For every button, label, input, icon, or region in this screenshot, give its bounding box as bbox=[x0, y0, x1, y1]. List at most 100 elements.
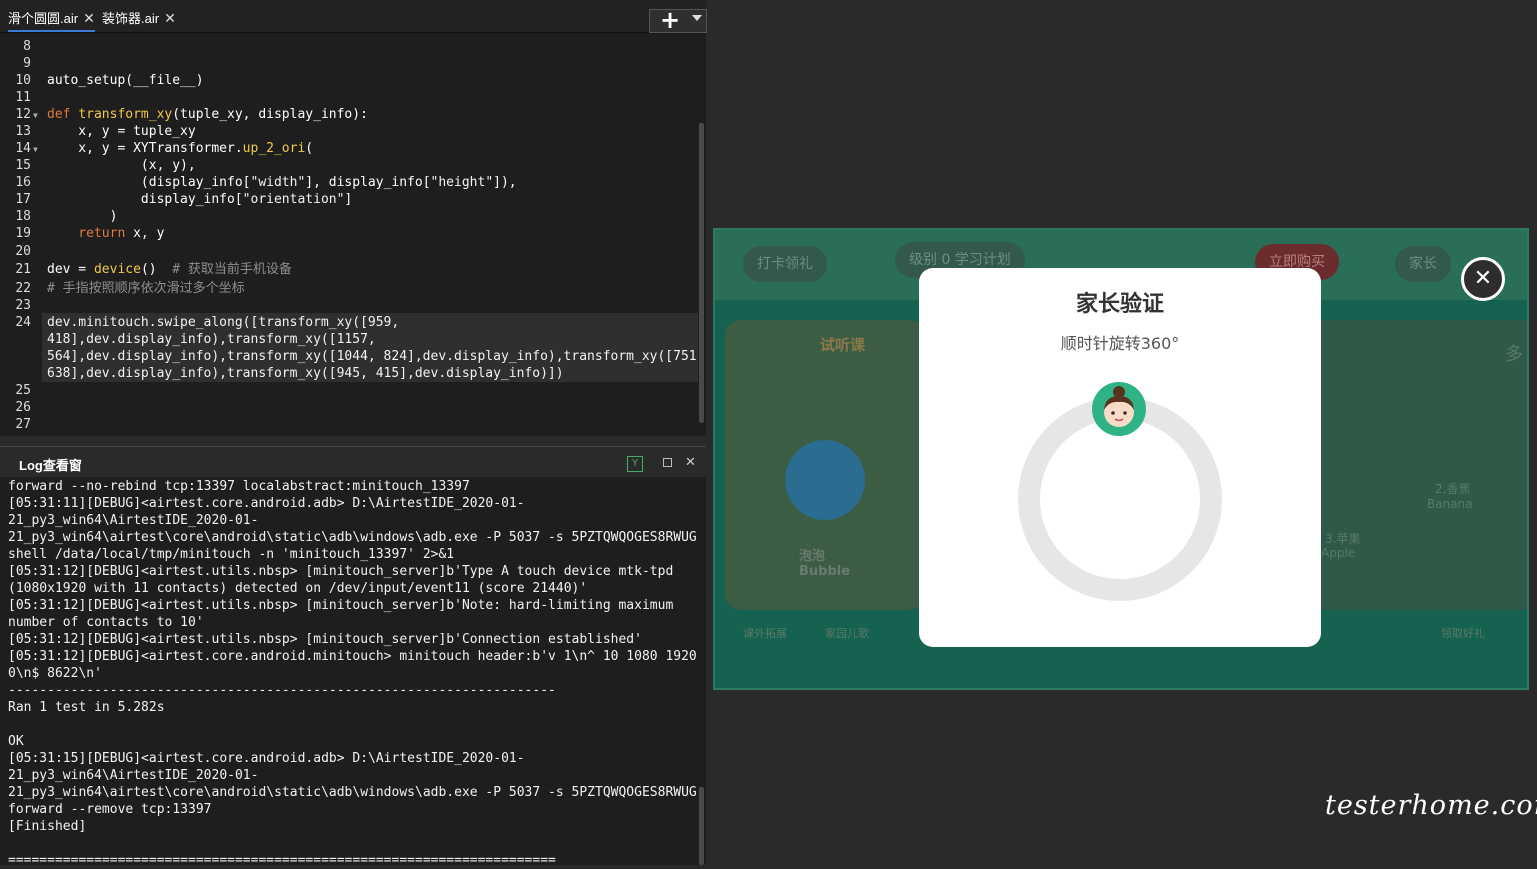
tab-label: 滑个圆圆.air bbox=[8, 11, 79, 26]
code-line-24-wrap-2: 564],dev.display_info),transform_xy([104… bbox=[47, 349, 705, 364]
log-line: 21_py3_win64\AirtestIDE_2020-01- bbox=[8, 513, 259, 528]
log-header: Log查看窗 Y ✕ bbox=[0, 447, 706, 477]
card-label: 试听课 bbox=[820, 336, 866, 354]
log-line: ========================================… bbox=[8, 853, 556, 868]
banana-label-en: Banana bbox=[1427, 497, 1473, 511]
bottom-item-3: 领取好礼 bbox=[1441, 627, 1485, 640]
code-line-21: dev = device() # 获取当前手机设备 bbox=[47, 262, 292, 277]
line-number: 17 bbox=[15, 192, 31, 207]
chevron-down-icon[interactable] bbox=[692, 15, 702, 21]
log-scrollbar[interactable] bbox=[699, 787, 704, 865]
close-tab-icon[interactable]: ✕ bbox=[83, 10, 95, 26]
line-number: 12 bbox=[15, 107, 31, 122]
watermark: testerhome.com bbox=[1325, 790, 1537, 821]
parent-pill: 家长 bbox=[1395, 246, 1451, 282]
apple-label-en: Apple bbox=[1321, 546, 1356, 560]
line-number: 27 bbox=[15, 417, 31, 432]
line-number: 18 bbox=[15, 209, 31, 224]
log-line: shell /data/local/tmp/minitouch -n 'mini… bbox=[8, 547, 455, 562]
line-number: 19 bbox=[15, 226, 31, 241]
close-tab-icon[interactable]: ✕ bbox=[164, 10, 176, 26]
lesson-card: 多 2.香蕉 Banana 3.苹果 Apple bbox=[1305, 320, 1527, 610]
code-line-10: auto_setup(__file__) bbox=[47, 73, 204, 88]
log-line: forward --no-rebind tcp:13397 localabstr… bbox=[8, 479, 470, 494]
line-number: 23 bbox=[15, 298, 31, 313]
bubble-icon bbox=[785, 440, 865, 520]
code-line-16: (display_info["width"], display_info["he… bbox=[47, 175, 517, 190]
code-line-13: x, y = tuple_xy bbox=[47, 124, 196, 139]
log-line: 0\n$ 8622\n' bbox=[8, 666, 102, 681]
log-line: 21_py3_win64\airtest\core\android\static… bbox=[8, 785, 697, 800]
line-number: 21 bbox=[15, 262, 31, 277]
code-line-17: display_info["orientation"] bbox=[47, 192, 353, 207]
bubble-label: 泡泡 Bubble bbox=[799, 549, 851, 579]
log-title: Log查看窗 bbox=[19, 458, 82, 473]
log-panel: Log查看窗 Y ✕ forward --no-rebind tcp:13397… bbox=[0, 446, 706, 868]
bottom-item-2: 家园儿歌 bbox=[825, 627, 869, 640]
dialog-title: 家长验证 bbox=[1075, 292, 1164, 317]
log-line: 21_py3_win64\airtest\core\android\static… bbox=[8, 530, 697, 545]
log-line: [05:31:11][DEBUG]<airtest.core.android.a… bbox=[8, 496, 525, 511]
code-line-15: (x, y), bbox=[47, 158, 196, 173]
fold-arrow-icon[interactable]: ▼ bbox=[33, 145, 38, 154]
log-line: [05:31:15][DEBUG]<airtest.core.android.a… bbox=[8, 751, 525, 766]
tab-file-2[interactable]: 装饰器.air ✕ bbox=[102, 6, 176, 30]
log-line: [05:31:12][DEBUG]<airtest.utils.nbsp> [m… bbox=[8, 632, 642, 647]
line-number: 9 bbox=[23, 56, 31, 71]
bottom-item-1: 课外拓展 bbox=[743, 627, 787, 640]
close-icon[interactable]: ✕ bbox=[685, 455, 696, 470]
fold-arrow-icon[interactable]: ▼ bbox=[33, 111, 38, 120]
log-line: 21_py3_win64\AirtestIDE_2020-01- bbox=[8, 768, 259, 783]
apple-label-cn: 3.苹果 bbox=[1325, 532, 1361, 546]
line-number: 26 bbox=[15, 400, 31, 415]
line-number: 16 bbox=[15, 175, 31, 190]
tab-label: 装饰器.air bbox=[102, 11, 160, 26]
editor-tab-bar: 滑个圆圆.air ✕ 装饰器.air ✕ + bbox=[0, 0, 707, 34]
code-line-22: # 手指按照顺序依次滑过多个坐标 bbox=[47, 281, 245, 296]
log-line: forward --remove tcp:13397 bbox=[8, 802, 212, 817]
code-line-19: return x, y bbox=[47, 226, 165, 241]
line-number: 11 bbox=[15, 90, 31, 105]
editor-scrollbar[interactable] bbox=[699, 123, 704, 423]
log-line: [05:31:12][DEBUG]<airtest.utils.nbsp> [m… bbox=[8, 598, 674, 613]
log-line: [05:31:12][DEBUG]<airtest.core.android.m… bbox=[8, 649, 697, 664]
log-line: [Finished] bbox=[8, 819, 87, 834]
restore-icon[interactable] bbox=[663, 458, 672, 467]
line-number: 24 bbox=[15, 315, 31, 330]
dialog-subtitle: 顺时针旋转360° bbox=[1060, 334, 1180, 353]
line-number: 13 bbox=[15, 124, 31, 139]
line-number: 25 bbox=[15, 383, 31, 398]
line-number: 10 bbox=[15, 73, 31, 88]
log-line: (1080x1920 with 11 contacts) detected on… bbox=[8, 581, 588, 596]
close-icon[interactable]: ✕ bbox=[1461, 257, 1505, 301]
log-line: OK bbox=[8, 734, 24, 749]
code-line-12: def transform_xy(tuple_xy, display_info)… bbox=[47, 107, 368, 122]
tab-file-1[interactable]: 滑个圆圆.air ✕ bbox=[8, 6, 95, 32]
line-number: 20 bbox=[15, 244, 31, 259]
banana-label-cn: 2.香蕉 bbox=[1435, 482, 1471, 496]
log-line: [05:31:12][DEBUG]<airtest.utils.nbsp> [m… bbox=[8, 564, 674, 579]
log-line: Ran 1 test in 5.282s bbox=[8, 700, 165, 715]
log-output[interactable]: forward --no-rebind tcp:13397 localabstr… bbox=[8, 478, 698, 869]
log-line: ----------------------------------------… bbox=[8, 683, 556, 698]
line-number: 22 bbox=[15, 281, 31, 296]
code-line-24: dev.minitouch.swipe_along([transform_xy(… bbox=[47, 315, 400, 330]
line-number: 15 bbox=[15, 158, 31, 173]
code-line-14: x, y = XYTransformer.up_2_ori( bbox=[47, 141, 314, 156]
parent-verify-dialog: 家长验证 顺时针旋转360° bbox=[919, 268, 1321, 647]
line-number: 8 bbox=[23, 39, 31, 54]
avatar-drag-handle-icon[interactable] bbox=[1091, 381, 1147, 437]
code-line-18: ) bbox=[47, 209, 118, 224]
new-file-button[interactable]: + bbox=[649, 6, 707, 34]
plus-icon: + bbox=[660, 6, 681, 34]
filter-icon[interactable]: Y bbox=[627, 456, 643, 472]
code-line-24-wrap-3: 638],dev.display_info),transform_xy([945… bbox=[47, 366, 564, 381]
code-editor[interactable]: 8 9 10 11 12 13 14 15 16 17 18 19 20 21 22 23 24 25 26 27 ▼… bbox=[0, 33, 706, 436]
side-text: 多 bbox=[1505, 344, 1523, 365]
log-line: number of contacts to 10' bbox=[8, 615, 204, 630]
code-line-24-wrap-1: 418],dev.display_info),transform_xy([115… bbox=[47, 332, 376, 347]
checkin-pill: 打卡领礼 bbox=[743, 246, 827, 282]
line-number: 14 bbox=[15, 141, 31, 156]
